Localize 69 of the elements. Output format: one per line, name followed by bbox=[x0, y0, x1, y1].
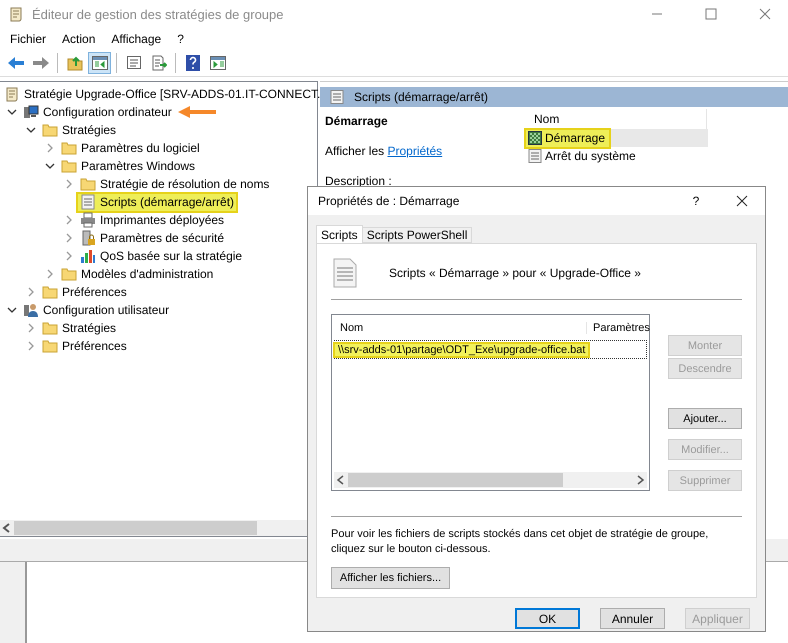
script-file-icon bbox=[333, 258, 357, 288]
tab[interactable]: Scripts PowerShell bbox=[362, 227, 472, 243]
tree-item[interactable]: Paramètres Windows bbox=[59, 158, 198, 174]
forward-arrow-icon bbox=[32, 56, 50, 70]
user-icon bbox=[23, 302, 39, 318]
tree-item[interactable]: Préférences bbox=[40, 284, 129, 300]
column-header[interactable]: Nom bbox=[334, 322, 587, 334]
script-icon bbox=[80, 194, 96, 210]
help-button[interactable]: ? bbox=[673, 194, 719, 208]
column-header[interactable]: Paramètres bbox=[587, 322, 647, 334]
folder-icon bbox=[61, 158, 77, 174]
description-label: Description : bbox=[325, 174, 393, 188]
list-item[interactable]: Démarrage bbox=[526, 130, 610, 146]
folder-icon bbox=[42, 320, 58, 336]
tree-item[interactable]: Stratégies bbox=[40, 320, 118, 336]
tree-item[interactable]: Configuration ordinateur bbox=[21, 104, 174, 120]
printer-icon bbox=[80, 212, 96, 228]
export-list-icon bbox=[150, 55, 166, 71]
tree-item[interactable]: Stratégie Upgrade-Office [SRV-ADDS-01.IT-CONNECT. bbox=[2, 86, 322, 102]
properties-icon bbox=[126, 55, 142, 71]
folder-icon bbox=[61, 140, 77, 156]
list-item[interactable]: Arrêt du système bbox=[526, 148, 640, 164]
tree-item[interactable]: Modèles d'administration bbox=[59, 266, 216, 282]
dialog-button[interactable]: Annuler bbox=[600, 608, 665, 629]
menu-item[interactable]: Affichage bbox=[103, 32, 170, 46]
script-path[interactable]: \\srv-adds-01\partage\ODT_Exe\upgrade-office.bat bbox=[335, 344, 588, 356]
show-files-button[interactable]: Afficher les fichiers... bbox=[331, 567, 450, 589]
properties-text: Afficher les Propriétés bbox=[325, 144, 444, 158]
checkered-icon bbox=[528, 131, 542, 145]
back-arrow-icon bbox=[6, 56, 24, 70]
pane-header: Scripts (démarrage/arrêt) bbox=[320, 87, 788, 107]
folder-icon bbox=[42, 338, 58, 354]
tree-item[interactable]: Préférences bbox=[40, 338, 129, 354]
script-icon bbox=[330, 90, 344, 104]
folder-up-icon bbox=[66, 55, 82, 71]
folder-icon bbox=[42, 284, 58, 300]
dialog-button[interactable]: OK bbox=[515, 608, 580, 629]
script-icon bbox=[528, 149, 542, 163]
tab[interactable]: Scripts bbox=[316, 225, 363, 243]
section-title: Démarrage bbox=[325, 114, 389, 128]
tree-item[interactable]: Configuration utilisateur bbox=[21, 302, 172, 318]
folder-icon bbox=[61, 266, 77, 282]
toolbar-button[interactable] bbox=[88, 52, 111, 74]
menu-item[interactable]: Fichier bbox=[2, 32, 54, 46]
folder-icon bbox=[42, 122, 58, 138]
server-lock-icon bbox=[80, 230, 96, 246]
window-title: Éditeur de gestion des stratégies de groupe bbox=[32, 6, 285, 22]
tree-item[interactable]: Stratégie de résolution de noms bbox=[78, 176, 272, 192]
selected-tree-item[interactable]: Scripts (démarrage/arrêt) bbox=[78, 194, 236, 210]
tree-item[interactable]: Paramètres du logiciel bbox=[59, 140, 202, 156]
tree-item[interactable]: QoS basée sur la stratégie bbox=[78, 248, 244, 264]
help-icon bbox=[186, 55, 200, 71]
tree-item[interactable]: Imprimantes déployées bbox=[78, 212, 226, 228]
info-text: Pour voir les fichiers de scripts stockés dans cet objet de stratégie de groupe, cliquez sur le bouton ci-dessous. bbox=[331, 527, 710, 557]
computer-icon bbox=[23, 104, 39, 120]
bar-chart-icon bbox=[80, 248, 96, 264]
script-heading: Scripts « Démarrage » pour « Upgrade-Office » bbox=[389, 266, 641, 280]
action-pane-icon bbox=[210, 56, 226, 70]
dialog-button[interactable]: Ajouter... bbox=[668, 408, 742, 429]
tree-item[interactable]: Stratégies bbox=[40, 122, 118, 138]
tree-item[interactable]: Paramètres de sécurité bbox=[78, 230, 226, 246]
scroll-icon bbox=[4, 86, 20, 102]
dialog-title: Propriétés de : Démarrage bbox=[318, 194, 460, 208]
pane-toggle-icon bbox=[92, 56, 108, 70]
scroll-icon bbox=[8, 6, 24, 22]
menu-item[interactable]: Action bbox=[54, 32, 104, 46]
menu-item[interactable]: ? bbox=[169, 32, 192, 46]
properties-link[interactable]: Propriétés bbox=[387, 144, 442, 158]
horizontal-scrollbar[interactable] bbox=[334, 472, 647, 488]
